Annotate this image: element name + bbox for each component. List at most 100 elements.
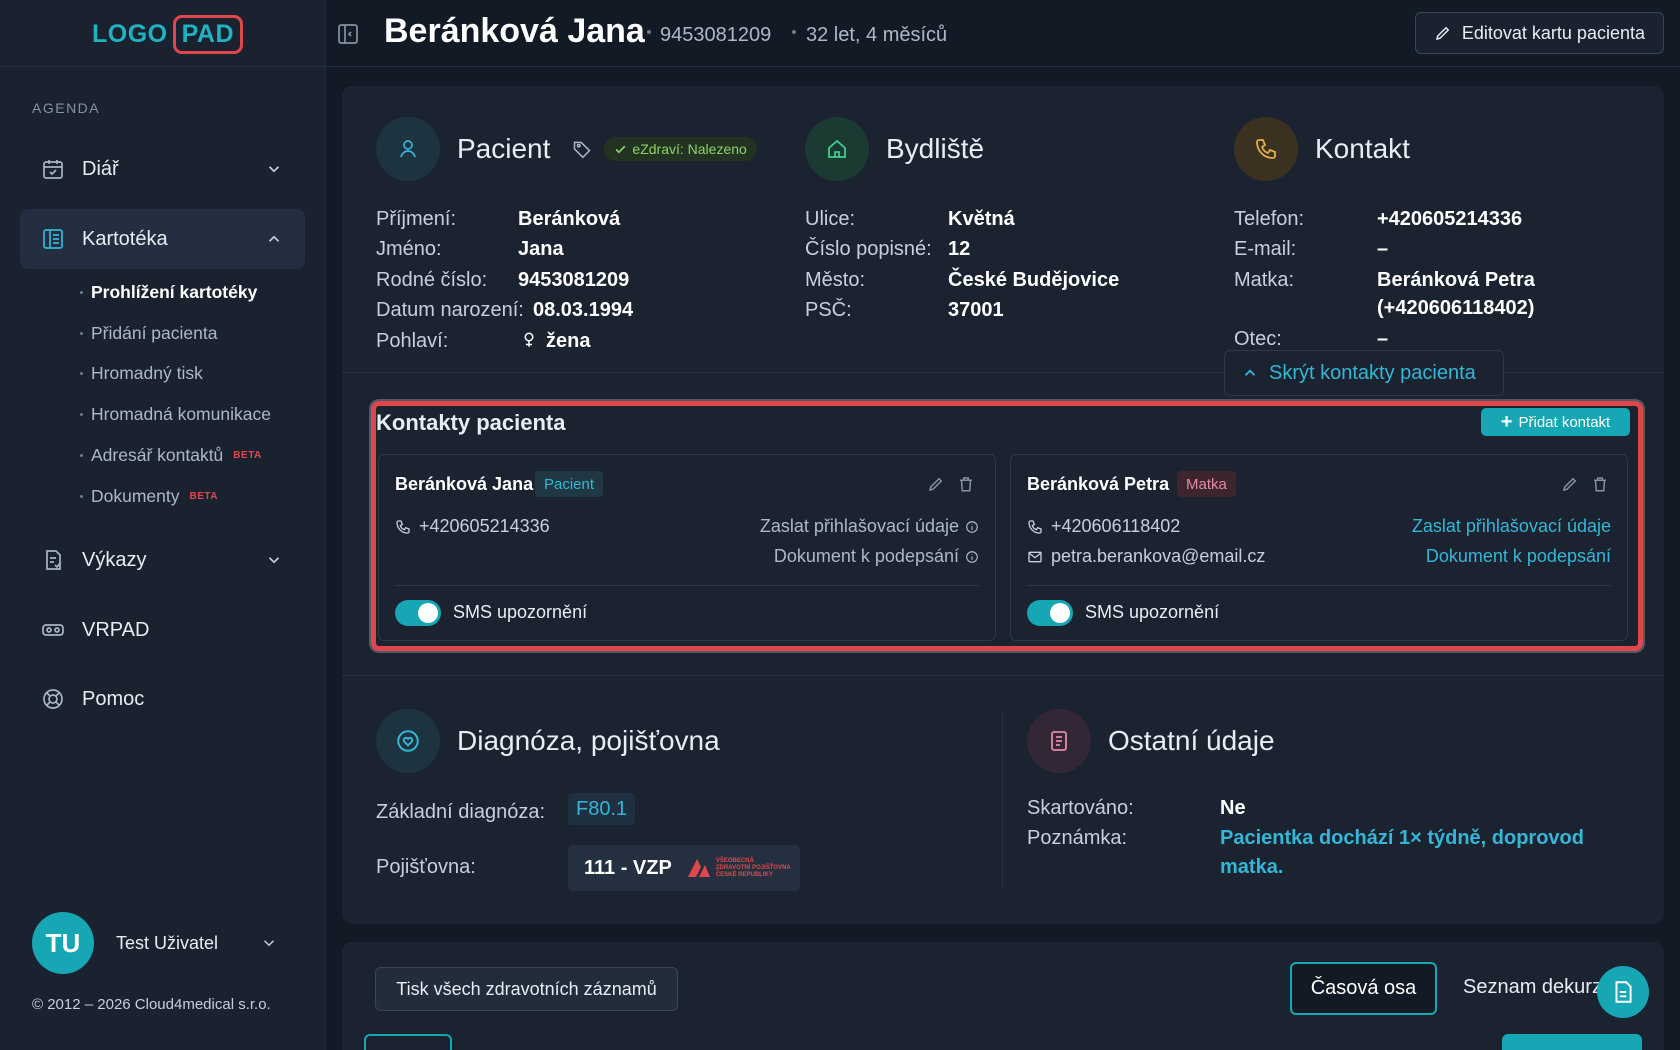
user-icon: [376, 117, 440, 181]
sign-document-link[interactable]: Dokument k podepsání: [1426, 546, 1611, 567]
heart-badge-icon: [376, 709, 440, 773]
label-note: Poznámka:: [1027, 827, 1128, 849]
hide-contacts-label: Skrýt kontakty pacienta: [1269, 361, 1476, 384]
sidebar-subitem-dokumenty[interactable]: Dokumenty BETA: [80, 486, 218, 507]
print-all-records-button[interactable]: Tisk všech zdravotních záznamů: [375, 967, 678, 1011]
header-birth-number: 9453081209: [660, 24, 772, 46]
sidebar-subitem-hromadna-komunikace[interactable]: Hromadná komunikace: [80, 404, 271, 425]
value-house-number: 12: [948, 238, 971, 260]
page-title: Beránková Jana: [384, 12, 645, 50]
trash-icon[interactable]: [1591, 475, 1609, 493]
sidebar-subitem-adresar[interactable]: Adresář kontaktů BETA: [80, 445, 262, 466]
contact-phone: +420606118402: [1051, 516, 1181, 536]
edit-patient-button[interactable]: Editovat kartu pacienta: [1414, 12, 1664, 54]
logo[interactable]: LOGO PAD: [92, 13, 244, 55]
value-father: –: [1377, 328, 1389, 350]
send-login-link[interactable]: Zaslat přihlašovací údaje: [760, 516, 979, 537]
contact-section-header: Kontakt: [1234, 117, 1410, 181]
diagnosis-section-header: Diagnóza, pojišťovna: [376, 709, 720, 773]
sidebar-subitem-prohlizeni[interactable]: Prohlížení kartotéky: [80, 282, 257, 303]
contact-phone: +420605214336: [419, 516, 550, 536]
edit-icon[interactable]: [927, 475, 945, 493]
label-insurance: Pojišťovna:: [376, 856, 476, 878]
diagnosis-code[interactable]: F80.1: [568, 793, 636, 825]
add-contact-label: Přidat kontakt: [1518, 413, 1611, 431]
phone-icon: [1234, 117, 1298, 181]
sidebar-item-diar[interactable]: Diář: [20, 139, 305, 199]
edit-icon[interactable]: [1561, 475, 1579, 493]
subitem-label: Přidání pacienta: [91, 323, 218, 343]
patient-section-header: Pacient eZdraví: Nalezeno: [376, 117, 757, 181]
label-house-number: Číslo popisné:: [805, 238, 932, 260]
vr-headset-icon: [40, 617, 66, 643]
column-divider: [1002, 710, 1003, 890]
timeline-button[interactable]: Časová osa: [1290, 962, 1437, 1015]
other-section-header: Ostatní údaje: [1027, 709, 1275, 773]
sidebar-item-vykazy[interactable]: Výkazy: [20, 530, 305, 590]
sms-toggle[interactable]: [1027, 600, 1073, 626]
tab-active-fragment[interactable]: [364, 1034, 452, 1050]
value-phone: +420605214336: [1377, 208, 1523, 230]
user-name: Test Uživatel: [116, 932, 219, 953]
contact-card: Beránková Jana Pacient +420605214336 Zas…: [378, 454, 996, 641]
contact-email: petra.berankova@email.cz: [1051, 546, 1266, 566]
chevron-up-icon: [268, 235, 280, 242]
sidebar-item-label: VRPAD: [82, 618, 150, 641]
beta-badge: BETA: [233, 450, 262, 461]
label-mother: Matka:: [1234, 269, 1295, 291]
insurance-value: 111 - VZP VŠEOBECNÁ ZDRAVOTNÍ POJIŠŤOVNA Č…: [568, 845, 800, 891]
value-city: České Budějovice: [948, 269, 1120, 291]
value-sex: žena: [546, 330, 591, 352]
sms-label: SMS upozornění: [1085, 602, 1220, 622]
contact-card: Beránková Petra Matka +420606118402 petr…: [1010, 454, 1628, 641]
value-surname: Beránková: [518, 208, 621, 230]
contact-name: Beránková Jana: [395, 474, 534, 494]
sidebar-subitem-pridani[interactable]: Přidání pacienta: [80, 323, 217, 344]
subitem-label: Prohlížení kartotéky: [91, 282, 258, 302]
sidebar-section-label: AGENDA: [32, 100, 101, 116]
logo-part2: PAD: [172, 14, 244, 54]
add-record-button-fragment[interactable]: [1502, 1034, 1642, 1050]
label-diagnosis: Základní diagnóza:: [376, 801, 546, 823]
sms-toggle[interactable]: [395, 600, 441, 626]
patient-section-title: Pacient: [457, 133, 551, 164]
ezdravi-label: eZdraví: Nalezeno: [632, 141, 747, 157]
sidebar-item-pomoc[interactable]: Pomoc: [20, 669, 305, 729]
home-icon: [805, 117, 869, 181]
contact-section-title: Kontakt: [1315, 133, 1410, 164]
sidebar-toggle-icon[interactable]: [336, 22, 360, 46]
value-shredded: Ne: [1220, 797, 1246, 819]
sidebar-item-vrpad[interactable]: VRPAD: [20, 600, 305, 660]
card-file-icon: [40, 226, 66, 252]
user-menu[interactable]: TU Test Uživatel: [32, 912, 275, 974]
contact-phone-line: +420605214336: [395, 516, 550, 537]
diagnosis-section-title: Diagnóza, pojišťovna: [457, 725, 720, 756]
subitem-label: Dokumenty: [91, 486, 180, 506]
value-mother-name: Beránková Petra: [1377, 269, 1535, 291]
add-contact-button[interactable]: + Přidat kontakt: [1481, 408, 1630, 436]
sidebar-item-label: Pomoc: [82, 687, 145, 710]
edit-patient-label: Editovat kartu pacienta: [1461, 22, 1645, 43]
notes-fab[interactable]: [1597, 966, 1649, 1018]
role-badge: Pacient: [535, 471, 604, 497]
vzp-logo-icon: [687, 859, 710, 877]
sidebar-subitem-hromadny-tisk[interactable]: Hromadný tisk: [80, 363, 203, 384]
decursus-list-button[interactable]: Seznam dekurzů: [1463, 976, 1603, 999]
hide-contacts-button[interactable]: Skrýt kontakty pacienta: [1224, 350, 1504, 396]
sign-document-label: Dokument k podepsání: [773, 546, 959, 566]
note-icon: [1615, 981, 1632, 1003]
value-email: –: [1377, 238, 1389, 260]
send-login-link[interactable]: Zaslat přihlašovací údaje: [1412, 516, 1611, 537]
sidebar-item-kartoteka[interactable]: Kartotéka: [20, 209, 305, 269]
sidebar: LOGO PAD AGENDA Diář Kartotéka Prohlížen…: [0, 0, 326, 1050]
value-mother-phone: (+420606118402): [1377, 297, 1535, 319]
label-birth-date: Datum narození:: [376, 299, 524, 321]
label-sex: Pohlaví:: [376, 330, 449, 352]
sidebar-item-label: Kartotéka: [82, 227, 168, 250]
sign-document-link[interactable]: Dokument k podepsání: [774, 546, 979, 567]
tag-icon[interactable]: [572, 139, 592, 159]
card-divider: [1027, 585, 1611, 586]
trash-icon[interactable]: [957, 475, 975, 493]
report-icon: [40, 547, 66, 573]
logo-part1: LOGO: [92, 19, 168, 48]
